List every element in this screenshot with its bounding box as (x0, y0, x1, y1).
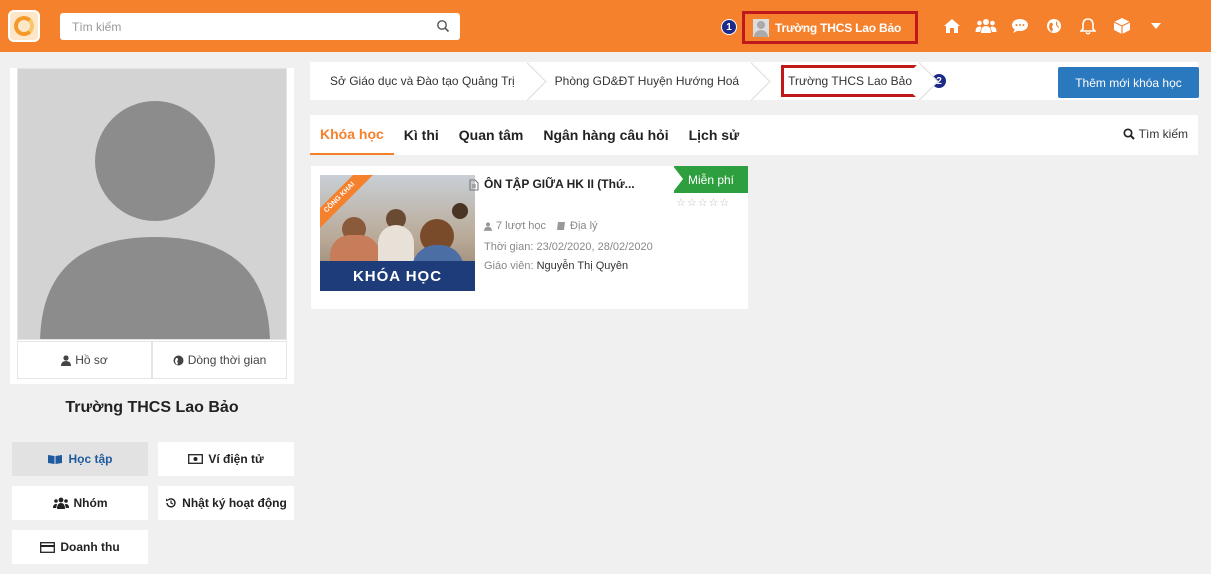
globe-icon[interactable] (1037, 13, 1071, 39)
globe-icon (173, 355, 184, 365)
tab-courses[interactable]: Khóa học (310, 115, 394, 155)
money-icon (188, 454, 204, 464)
timeline-tab-label: Dòng thời gian (187, 353, 267, 367)
course-time-value: 23/02/2020, 28/02/2020 (536, 241, 653, 253)
menu-study-label: Học tập (68, 452, 113, 466)
tab-search-button[interactable]: Tìm kiếm (1123, 127, 1188, 141)
menu-study-button[interactable]: Học tập (12, 442, 148, 476)
tab-search-label: Tìm kiếm (1138, 127, 1188, 141)
search-box (60, 13, 460, 40)
site-logo[interactable] (8, 10, 40, 42)
tab-question-bank[interactable]: Ngân hàng câu hỏi (533, 115, 678, 155)
thumbnail-banner: KHÓA HỌC (320, 261, 475, 291)
timeline-tab[interactable]: Dòng thời gian (152, 341, 287, 379)
profile-card: Hồ sơ Dòng thời gian (10, 68, 294, 384)
book-open-icon (48, 454, 63, 464)
tab-interests[interactable]: Quan tâm (449, 115, 534, 155)
menu-groups-label: Nhóm (73, 496, 108, 510)
users-icon (52, 497, 69, 509)
user-icon (61, 354, 72, 366)
search-icon (1123, 128, 1135, 140)
document-icon (469, 179, 479, 191)
course-thumbnail[interactable]: CÔNG KHAI KHÓA HỌC (320, 175, 475, 291)
profile-avatar[interactable] (17, 68, 287, 340)
user-avatar-icon (753, 18, 769, 37)
tab-history[interactable]: Lịch sử (679, 115, 750, 155)
menu-groups-button[interactable]: Nhóm (12, 486, 148, 520)
content-tabs: Khóa học Kì thi Quan tâm Ngân hàng câu h… (310, 115, 1198, 155)
course-card[interactable]: CÔNG KHAI KHÓA HỌC ÔN TẬP GIỮA HK II (Th… (311, 166, 748, 309)
top-navbar: 1 Trường THCS Lao Bảo (0, 0, 1211, 52)
course-teacher-label: Giáo viên: (484, 260, 534, 272)
add-course-button[interactable]: Thêm mới khóa học (1058, 67, 1199, 98)
user-icon (484, 221, 492, 231)
credit-card-icon (40, 541, 56, 553)
book-icon (557, 222, 566, 230)
group-icon[interactable] (969, 13, 1003, 39)
course-learners: 7 lượt học (496, 220, 547, 232)
menu-activity-log-button[interactable]: Nhật ký hoạt động (158, 486, 294, 520)
course-time-label: Thời gian: (484, 241, 534, 253)
caret-down-icon[interactable] (1139, 13, 1173, 39)
profile-tab[interactable]: Hồ sơ (17, 341, 152, 379)
menu-revenue-button[interactable]: Doanh thu (12, 530, 148, 564)
tab-exams[interactable]: Kì thi (394, 115, 449, 155)
user-name-label: Trường THCS Lao Bảo (775, 20, 902, 35)
bell-icon[interactable] (1071, 13, 1105, 39)
chat-icon[interactable] (1003, 13, 1037, 39)
breadcrumb-item-department[interactable]: Sở Giáo dục và Đào tạo Quảng Trị (310, 62, 535, 100)
course-subject: Địa lý (570, 220, 598, 232)
rating-stars: ☆☆☆☆☆ (676, 197, 731, 209)
breadcrumb-item-district[interactable]: Phòng GD&ĐT Huyện Hướng Hoá (535, 62, 759, 100)
menu-activity-log-label: Nhật ký hoạt động (182, 496, 287, 510)
menu-wallet-label: Ví điện tử (208, 452, 264, 466)
course-teacher-value[interactable]: Nguyễn Thị Quyên (537, 260, 629, 272)
search-input[interactable] (60, 13, 420, 40)
course-title[interactable]: ÔN TẬP GIỮA HK II (Thứ... (484, 177, 635, 191)
menu-revenue-label: Doanh thu (60, 540, 120, 554)
profile-tab-label: Hồ sơ (75, 353, 108, 367)
menu-wallet-button[interactable]: Ví điện tử (158, 442, 294, 476)
box-icon[interactable] (1105, 13, 1139, 39)
profile-name: Trường THCS Lao Bảo (65, 399, 239, 416)
breadcrumb-label: Phòng GD&ĐT Huyện Hướng Hoá (554, 74, 740, 88)
search-icon[interactable] (436, 19, 450, 33)
breadcrumb-label: Sở Giáo dục và Đào tạo Quảng Trị (330, 74, 515, 88)
history-icon (166, 498, 176, 508)
breadcrumb-label: Trường THCS Lao Bảo (788, 74, 913, 88)
price-tag: Miễn phí (673, 166, 748, 193)
breadcrumb-item-school[interactable]: Trường THCS Lao Bảo (773, 62, 927, 100)
annotation-marker-1: 1 (721, 19, 737, 35)
home-icon[interactable] (935, 13, 969, 39)
user-profile-button[interactable]: Trường THCS Lao Bảo (742, 11, 918, 44)
